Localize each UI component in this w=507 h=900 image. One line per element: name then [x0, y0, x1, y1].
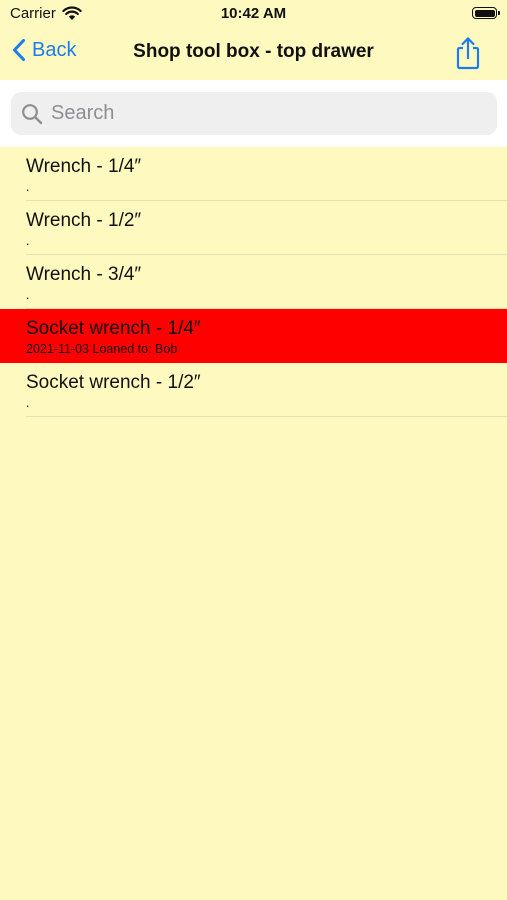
item-subtitle: 2021-11-03 Loaned to: Bob [26, 342, 178, 356]
item-title: Wrench - 1/4″ [26, 156, 142, 177]
item-title: Socket wrench - 1/4″ [26, 318, 201, 339]
item-subtitle: . [26, 396, 30, 410]
search-input[interactable] [49, 92, 497, 135]
page-title: Shop tool box - top drawer [133, 41, 374, 62]
share-button[interactable] [453, 36, 483, 70]
item-subtitle: . [26, 288, 30, 302]
list-item-wrench-1-2[interactable]: Wrench - 1/2″ . [0, 201, 507, 255]
search-icon [22, 103, 43, 124]
list-item-socket-wrench-1-4[interactable]: Socket wrench - 1/4″ 2021-11-03 Loaned t… [0, 309, 507, 363]
status-bar: Carrier 10:42 AM [0, 0, 507, 28]
item-title: Wrench - 1/2″ [26, 210, 142, 231]
item-subtitle: . [26, 234, 30, 248]
list-item-wrench-3-4[interactable]: Wrench - 3/4″ . [0, 255, 507, 309]
share-icon [456, 37, 480, 70]
list-item-socket-wrench-1-2[interactable]: Socket wrench - 1/2″ . [0, 363, 507, 417]
clock: 10:42 AM [220, 5, 287, 22]
tool-list: Wrench - 1/4″ . Wrench - 1/2″ . Wrench -… [0, 147, 507, 417]
row-separator [26, 416, 507, 417]
item-title: Wrench - 3/4″ [26, 264, 142, 285]
item-subtitle: . [26, 180, 30, 194]
search-bar [0, 80, 507, 147]
item-title: Socket wrench - 1/2″ [26, 372, 201, 393]
battery-icon [472, 7, 500, 19]
list-item-wrench-1-4[interactable]: Wrench - 1/4″ . [0, 147, 507, 201]
navigation-bar: Back Shop tool box - top drawer [0, 28, 507, 80]
search-field[interactable] [11, 92, 497, 135]
